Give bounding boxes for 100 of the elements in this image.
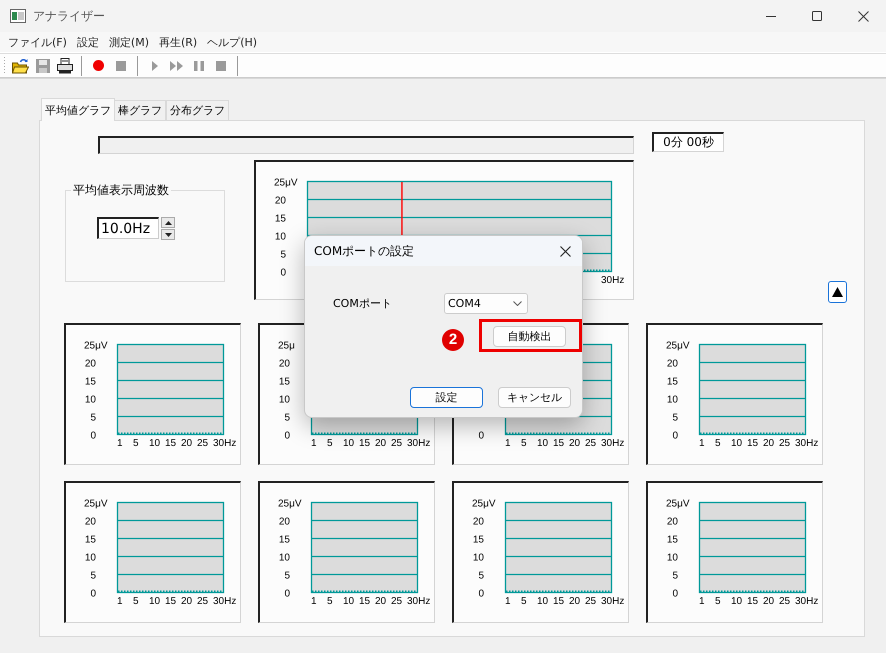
close-icon [560, 246, 570, 256]
axis-label: 20 [278, 516, 290, 528]
axis-label: 0 [478, 588, 484, 600]
axis-label: 10 [666, 394, 678, 406]
axis-label: 20 [181, 596, 192, 607]
axis-label: 25 [585, 438, 596, 449]
axis-label: 20 [375, 438, 386, 449]
axis-label: 20 [278, 358, 290, 370]
tab[interactable]: 棒グラフ [114, 100, 166, 120]
axis-label: 10 [343, 596, 354, 607]
port-dropdown[interactable]: COM4 [444, 293, 528, 314]
auto-detect-button[interactable]: 自動検出 [493, 326, 566, 347]
menu-item[interactable]: 再生(R) [155, 32, 202, 52]
axis-label: 10 [731, 596, 742, 607]
triangle-up-icon [832, 287, 843, 297]
axis-label: 10 [278, 394, 290, 406]
frequency-field[interactable]: 10.0Hz [97, 217, 159, 239]
axis-label: 15 [84, 534, 96, 546]
axis-label: 5 [478, 570, 484, 582]
axis-label: 1 [311, 596, 317, 607]
axis-label: 15 [666, 534, 678, 546]
axis-label: 5 [327, 438, 333, 449]
spin-up-button[interactable] [161, 217, 175, 228]
axis-label: 25 [391, 438, 402, 449]
axis-label: 30Hz [601, 438, 624, 449]
axis-label: 0 [672, 588, 678, 600]
menu-item[interactable]: 測定(M) [104, 32, 153, 52]
close-icon [858, 10, 868, 22]
axis-label: 10 [274, 232, 286, 242]
port-label: COMポート [333, 296, 393, 311]
chevron-down-icon [513, 301, 522, 306]
axis-label: 20 [375, 596, 386, 607]
tab[interactable]: 平均値グラフ [41, 98, 115, 121]
axis-label: 10 [537, 596, 548, 607]
axis-label: 15 [165, 438, 176, 449]
axis-label: 15 [666, 376, 678, 388]
axis-label: 15 [165, 596, 176, 607]
axis-label: 15 [278, 534, 290, 546]
axis-label: 25μV [278, 498, 302, 510]
ok-button[interactable]: 設定 [410, 387, 483, 408]
axis-label: 10 [84, 552, 96, 564]
axis-label: 25μV [666, 498, 690, 510]
grip-icon [3, 56, 6, 74]
axis-label: 30Hz [407, 438, 430, 449]
axis-label: 5 [672, 412, 678, 424]
axis-label: 0 [280, 268, 286, 278]
axis-label: 25 [391, 596, 402, 607]
print-button[interactable] [54, 55, 75, 76]
axis-label: 5 [284, 570, 290, 582]
axis-label: 5 [327, 596, 333, 607]
app-icon [10, 9, 26, 23]
axis-label: 10 [537, 438, 548, 449]
folder-icon [12, 58, 29, 74]
axis-label: 25μV [84, 498, 108, 510]
axis-label: 30Hz [601, 275, 624, 286]
cancel-button[interactable]: キャンセル [498, 387, 571, 408]
axis-label: 20 [84, 516, 96, 528]
printer-icon [56, 58, 72, 74]
menu-item[interactable]: 設定 [72, 32, 103, 52]
menu-item[interactable]: ファイル(F) [4, 32, 71, 52]
axis-label: 0 [284, 430, 290, 442]
maximize-icon [812, 11, 822, 21]
axis-label: 20 [666, 516, 678, 528]
axis-label: 10 [149, 438, 160, 449]
axis-label: 20 [763, 596, 774, 607]
axis-label: 25μ [278, 340, 295, 352]
tab[interactable]: 分布グラフ [166, 100, 229, 120]
axis-label: 30Hz [795, 596, 818, 607]
group-title: 平均値表示周波数 [72, 182, 170, 199]
axis-label: 5 [715, 596, 721, 607]
axis-label: 30Hz [407, 596, 430, 607]
up-button[interactable] [828, 281, 847, 303]
axis-label: 10 [278, 552, 290, 564]
record-icon [93, 60, 104, 71]
menu-item[interactable]: ヘルプ(H) [203, 32, 262, 52]
axis-label: 1 [505, 438, 511, 449]
stop-icon [216, 60, 226, 70]
axis-label: 25μV [472, 498, 496, 510]
axis-label: 0 [90, 430, 96, 442]
axis-label: 20 [569, 438, 580, 449]
window-title: アナライザー [33, 8, 105, 24]
axis-label: 10 [343, 438, 354, 449]
spin-down-button[interactable] [161, 229, 175, 240]
axis-label: 5 [715, 438, 721, 449]
axis-label: 5 [521, 438, 527, 449]
axis-label: 5 [133, 438, 139, 449]
axis-label: 10 [731, 438, 742, 449]
axis-label: 20 [763, 438, 774, 449]
axis-label: 5 [284, 412, 290, 424]
axis-label: 15 [553, 438, 564, 449]
axis-label: 25μV [274, 178, 298, 188]
dialog-title: COMポートの設定 [314, 242, 414, 260]
up-arrow-icon [164, 220, 172, 224]
stop-icon [116, 60, 126, 70]
axis-label: 15 [747, 596, 758, 607]
down-arrow-icon [164, 232, 172, 236]
axis-label: 15 [747, 438, 758, 449]
axis-label: 20 [84, 358, 96, 370]
pause-icon [194, 60, 204, 70]
axis-label: 1 [505, 596, 511, 607]
